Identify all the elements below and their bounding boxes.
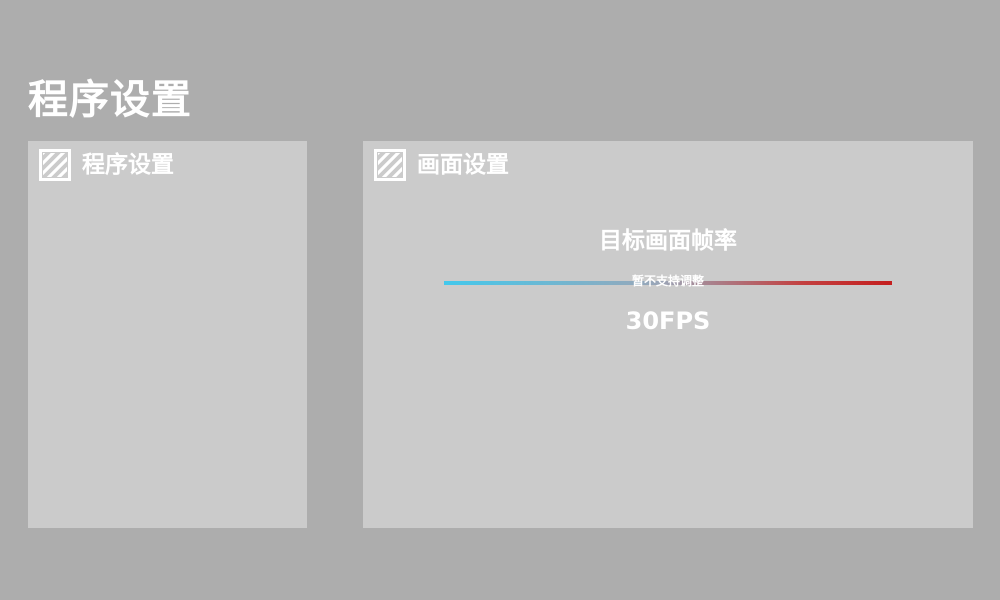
display-settings-panel: 画面设置 目标画面帧率 暂不支持调整 30FPS: [363, 141, 973, 528]
hatched-square-icon: [39, 149, 71, 181]
program-settings-title: 程序设置: [82, 152, 174, 178]
program-settings-header: 程序设置: [39, 149, 174, 181]
display-settings-header: 画面设置: [374, 149, 509, 181]
page-title: 程序设置: [28, 77, 192, 123]
frame-rate-label: 目标画面帧率: [599, 228, 737, 254]
frame-rate-value: 30FPS: [625, 307, 711, 335]
display-settings-title: 画面设置: [417, 152, 509, 178]
frame-rate-unsupported-note: 暂不支持调整: [631, 274, 704, 288]
hatched-square-icon: [374, 149, 406, 181]
program-settings-panel: 程序设置: [28, 141, 307, 528]
